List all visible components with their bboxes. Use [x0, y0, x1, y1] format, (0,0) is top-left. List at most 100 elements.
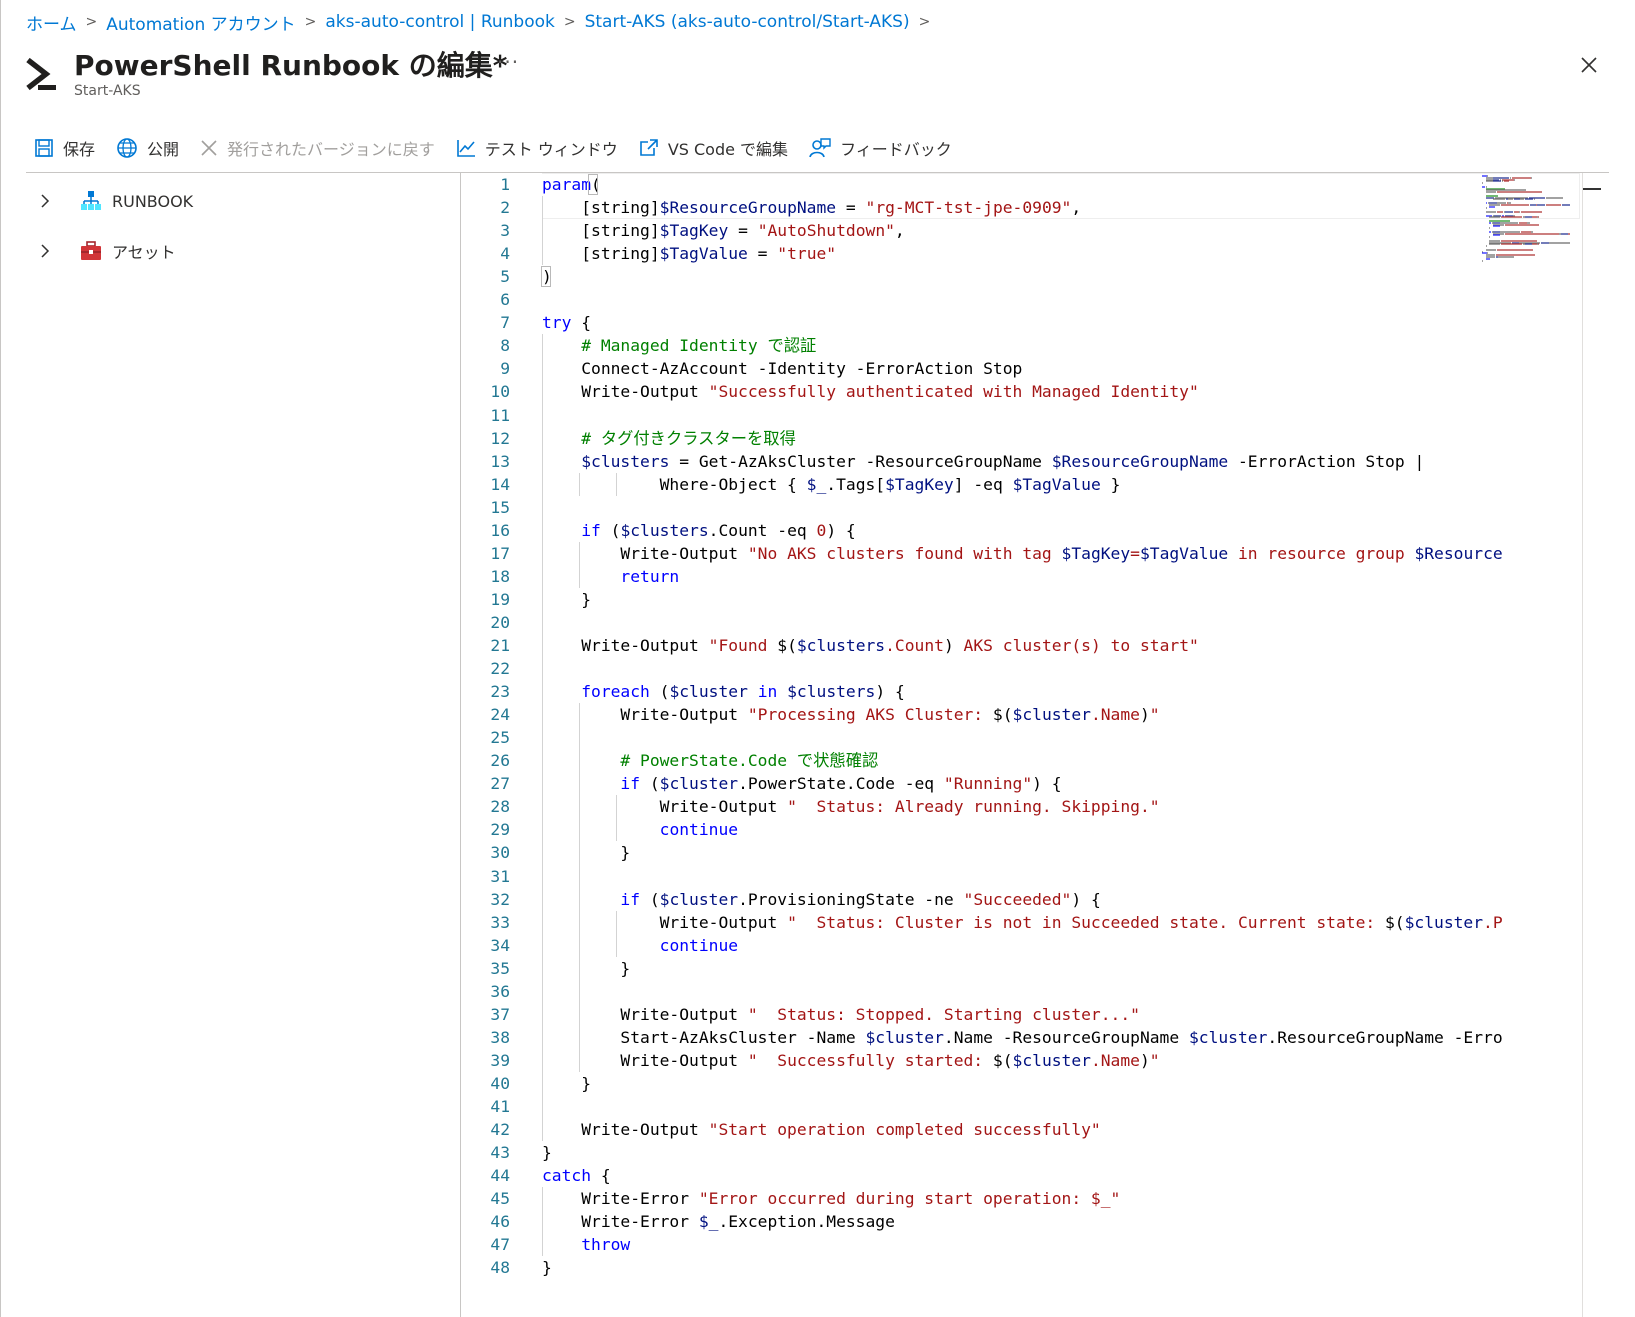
minimap-line: [1497, 191, 1543, 194]
line-number: 25: [490, 728, 510, 748]
code-token: in resource group: [1228, 543, 1415, 563]
pane-splitter[interactable]: [460, 173, 461, 1317]
line-number: 18: [490, 566, 510, 586]
code-text: # Managed Identity で認証: [542, 334, 816, 357]
breadcrumb-home[interactable]: ホーム: [26, 10, 77, 35]
line-number: 43: [490, 1143, 510, 1163]
code-token: AKS cluster(s) to start": [953, 636, 1199, 655]
code-token: try: [542, 313, 572, 333]
code-text: # タグ付きクラスターを取得: [542, 427, 796, 450]
indent-guide: [579, 703, 581, 1072]
line-number: 32: [490, 889, 510, 909]
window-left-border: [0, 0, 1, 1317]
line-number: 36: [490, 981, 510, 1001]
minimap-line: [1485, 248, 1497, 251]
code-text: }: [542, 957, 630, 980]
runbook-hierarchy-icon: [80, 190, 102, 212]
code-token: in: [757, 682, 778, 702]
tree-item-assets[interactable]: アセット: [40, 239, 176, 263]
line-number: 39: [490, 1050, 510, 1070]
minimap-line: [1492, 225, 1500, 228]
minimap-line: [1519, 198, 1525, 201]
code-token: Write-Output: [542, 543, 748, 563]
tree-item-runbook[interactable]: RUNBOOK: [40, 190, 193, 212]
line-number: 24: [490, 705, 510, 725]
line-number: 34: [490, 935, 510, 955]
line-number: 37: [490, 1004, 510, 1024]
code-token: foreach: [581, 682, 650, 702]
code-token: (: [640, 774, 660, 794]
minimap-line: [1545, 203, 1562, 206]
code-text: }: [542, 1141, 552, 1164]
code-token: [string]: [542, 198, 660, 218]
code-token: = Get-AzAksCluster -ResourceGroupName: [669, 451, 1052, 471]
chevron-right-icon[interactable]: [40, 193, 56, 209]
breadcrumb-automation-accounts[interactable]: Automation アカウント: [106, 10, 295, 35]
line-number: 14: [490, 474, 510, 494]
line-number: 4: [500, 244, 510, 264]
code-text: }: [542, 841, 630, 864]
code-text: [string]$TagValue = "true": [542, 242, 836, 265]
code-token: ,: [894, 221, 905, 241]
breadcrumb-start-aks[interactable]: Start-AKS (aks-auto-control/Start-AKS): [585, 12, 910, 32]
code-text: $clusters = Get-AzAksCluster -ResourceGr…: [542, 450, 1424, 473]
minimap-line: [1568, 232, 1571, 235]
code-token: Start-AzAksCluster -Name: [542, 1027, 866, 1047]
code-token: "Error occurred during start operation: …: [698, 1189, 1121, 1209]
line-number: 8: [500, 336, 510, 356]
line-number: 38: [490, 1027, 510, 1047]
breadcrumb-runbooks[interactable]: aks-auto-control | Runbook: [325, 12, 554, 32]
minimap-line: [1485, 180, 1493, 183]
code-token: $(: [777, 636, 797, 655]
vertical-scrollbar[interactable]: [1582, 173, 1583, 1317]
code-token: catch: [542, 1166, 592, 1186]
code-token: ): [1139, 1050, 1150, 1070]
page-subtitle: Start-AKS: [74, 83, 141, 99]
more-options-button[interactable]: ···: [497, 50, 519, 74]
minimap-line: [1489, 205, 1495, 208]
vscode-edit-button[interactable]: VS Code で編集: [639, 136, 788, 160]
code-token: $TagValue: [1012, 474, 1101, 494]
code-token: .Name: [1090, 705, 1140, 725]
revert-button[interactable]: 発行されたバージョンに戻す: [200, 136, 435, 160]
test-window-label: テスト ウィンドウ: [484, 140, 618, 159]
minimap[interactable]: [1482, 175, 1580, 275]
code-token: $Resource: [1414, 543, 1503, 563]
chevron-right-icon[interactable]: [40, 243, 56, 259]
code-text: [string]$TagKey = "AutoShutdown",: [542, 219, 905, 242]
line-number: 16: [490, 520, 510, 540]
tree-item-runbook-label: RUNBOOK: [112, 191, 194, 211]
code-token: ) {: [1071, 889, 1101, 909]
code-text: Write-Output " Status: Already running. …: [542, 795, 1160, 818]
line-number: 27: [490, 774, 510, 794]
code-token: .ResourceGroupName -Erro: [1267, 1027, 1503, 1047]
code-editor[interactable]: 1 param(2 [string]$ResourceGroupName = "r…: [462, 173, 1580, 1317]
line-number: 1: [500, 175, 510, 194]
code-token: "No AKS clusters found with tag: [747, 543, 1062, 563]
minimap-line: [1504, 223, 1539, 226]
close-icon[interactable]: [1576, 52, 1602, 78]
code-text: return: [542, 565, 679, 588]
minimap-line: [1485, 245, 1487, 248]
save-button[interactable]: 保存: [34, 136, 95, 160]
publish-button[interactable]: 公開: [116, 136, 179, 160]
code-token: $cluster: [1012, 1050, 1091, 1070]
line-number: 47: [490, 1235, 510, 1255]
minimap-line: [1525, 243, 1533, 246]
indent-guide: [616, 795, 618, 842]
code-token: $TagValue: [659, 244, 748, 264]
test-window-button[interactable]: テスト ウィンドウ: [456, 136, 618, 160]
line-number: 19: [490, 589, 510, 609]
feedback-button[interactable]: フィードバック: [809, 136, 952, 160]
code-text: Write-Output "Start operation completed …: [542, 1118, 1101, 1141]
code-token: ): [943, 636, 954, 655]
minimap-line: [1492, 198, 1506, 201]
code-token: throw: [581, 1235, 631, 1255]
line-number: 17: [490, 543, 510, 563]
line-number: 40: [490, 1073, 510, 1093]
code-text: Write-Output "Successfully authenticated…: [542, 380, 1199, 403]
